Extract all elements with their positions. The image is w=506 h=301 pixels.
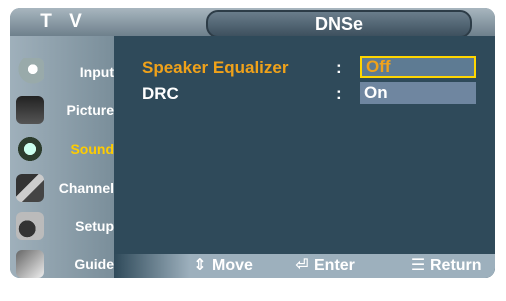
sidebar-item-label: Input <box>79 64 114 80</box>
sidebar-item-guide[interactable]: Guide <box>14 246 114 278</box>
move-label: Move <box>212 257 253 274</box>
sidebar-item-setup[interactable]: Setup <box>14 208 114 244</box>
menu-title: DNSe <box>206 10 472 38</box>
sidebar-item-label: Guide <box>74 256 114 272</box>
drc-row[interactable]: DRC : On <box>142 82 478 106</box>
return-icon: ☰ <box>410 257 426 274</box>
tv-osd-screen: T V DNSe Input Picture Sound Channel Set… <box>0 0 506 301</box>
move-hint: ⇕ Move <box>192 256 253 276</box>
drc-label: DRC <box>142 84 179 103</box>
sidebar-item-sound[interactable]: Sound <box>14 131 114 167</box>
sidebar-item-label: Channel <box>58 180 114 196</box>
sound-icon <box>16 135 44 163</box>
return-label: Return <box>430 257 482 274</box>
osd-frame: T V DNSe Input Picture Sound Channel Set… <box>10 8 495 278</box>
picture-icon <box>16 96 44 124</box>
enter-label: Enter <box>314 257 355 274</box>
row-colon: : <box>336 58 342 77</box>
sidebar-item-label: Setup <box>75 218 114 234</box>
return-hint: ☰ Return <box>410 256 482 276</box>
sidebar-item-channel[interactable]: Channel <box>14 170 114 206</box>
speaker-equalizer-label: Speaker Equalizer <box>142 58 289 77</box>
speaker-equalizer-value[interactable]: Off <box>360 56 476 78</box>
input-icon <box>16 58 44 86</box>
channel-icon <box>16 174 44 202</box>
setup-icon <box>16 212 44 240</box>
row-colon: : <box>336 84 342 103</box>
settings-panel: Speaker Equalizer : Off DRC : On <box>114 36 495 278</box>
speaker-equalizer-row[interactable]: Speaker Equalizer : Off <box>142 56 478 80</box>
top-bar: T V DNSe <box>10 8 495 38</box>
sidebar-item-picture[interactable]: Picture <box>14 92 114 128</box>
enter-hint: ⏎ Enter <box>294 256 355 276</box>
drc-value[interactable]: On <box>360 82 476 104</box>
bottom-hint-bar: ⇕ Move ⏎ Enter ☰ Return <box>114 254 495 278</box>
sidebar-item-label: Picture <box>66 102 114 118</box>
guide-icon <box>16 250 44 278</box>
sidebar-item-label: Sound <box>70 141 114 157</box>
up-down-arrow-icon: ⇕ <box>193 257 207 274</box>
tv-label: T V <box>40 11 88 32</box>
sidebar-item-input[interactable]: Input <box>14 54 114 90</box>
enter-icon: ⏎ <box>295 257 309 274</box>
sidebar: Input Picture Sound Channel Setup Guide <box>10 36 114 278</box>
